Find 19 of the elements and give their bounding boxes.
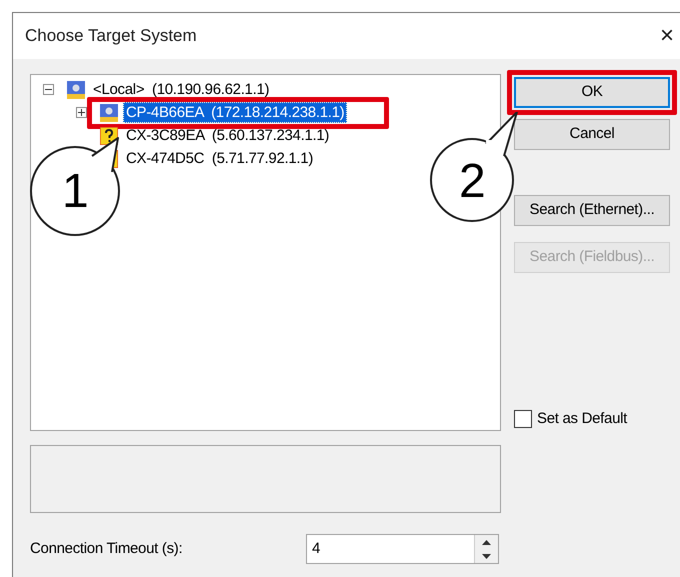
timeout-spin-field[interactable]: 4 — [306, 534, 499, 564]
dialog-button[interactable]: Cancel — [514, 119, 670, 150]
checkbox-label: Set as Default — [537, 408, 628, 428]
tree-item[interactable]: CX-3C89EA (5.60.137.234.1.1) — [123, 125, 332, 146]
window-title: Choose Target System — [25, 25, 197, 48]
expand-icon[interactable] — [76, 107, 87, 118]
tree-item[interactable]: CX-474D5C (5.71.77.92.1.1) — [123, 148, 316, 169]
tree-item[interactable]: CP-4B66EA (172.18.214.238.1.1) — [123, 102, 348, 123]
computer-gear-icon — [67, 80, 85, 98]
timeout-label: Connection Timeout (s): — [30, 538, 184, 559]
callout-number: 2 — [459, 158, 486, 206]
collapse-icon[interactable] — [43, 84, 54, 95]
dialog-button[interactable]: Search (Ethernet)... — [514, 195, 670, 226]
tree-item[interactable]: <Local> (10.190.96.62.1.1) — [90, 79, 272, 100]
close-button[interactable]: × — [660, 24, 674, 48]
checkbox[interactable] — [514, 410, 532, 428]
dialog-button[interactable]: OK — [514, 77, 670, 108]
computer-gear-icon — [100, 104, 118, 122]
callout-number: 1 — [62, 168, 89, 216]
